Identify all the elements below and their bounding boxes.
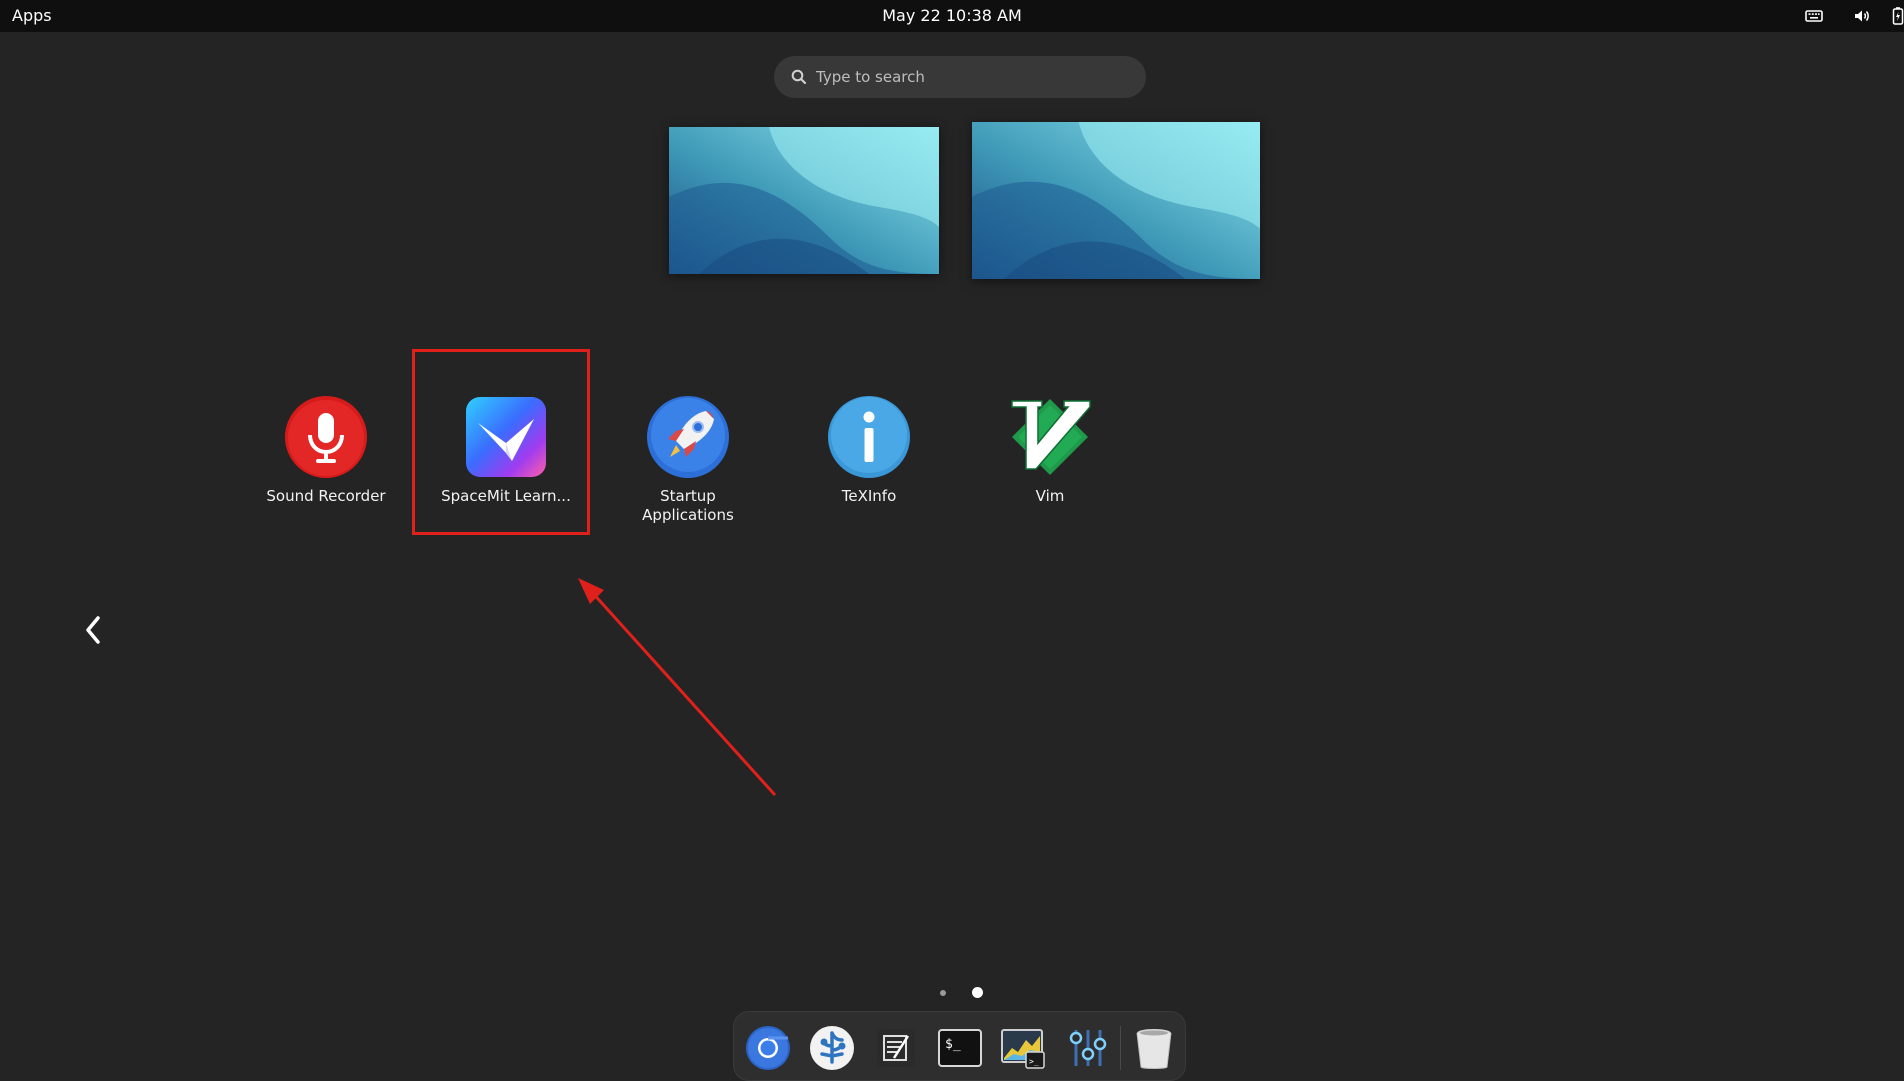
battery-icon[interactable] — [1892, 6, 1904, 26]
system-monitor-icon: >_ — [1001, 1029, 1045, 1069]
microphone-icon — [284, 395, 368, 479]
chromium-icon — [746, 1026, 790, 1070]
previous-page-button[interactable] — [78, 612, 110, 648]
svg-text:$_: $_ — [945, 1037, 961, 1052]
dock-terminal[interactable]: $_ — [936, 1024, 984, 1072]
trash-icon — [1136, 1029, 1172, 1069]
terminal-icon: $_ — [938, 1029, 982, 1067]
info-icon — [827, 395, 911, 479]
dock-chromium[interactable] — [744, 1024, 792, 1072]
dock-trash[interactable] — [1130, 1024, 1178, 1072]
vim-icon — [1008, 395, 1092, 479]
page-indicator-1[interactable] — [940, 990, 946, 996]
page-indicator-2[interactable] — [972, 987, 983, 998]
dock-system-monitor[interactable]: >_ — [1000, 1024, 1048, 1072]
dash-dock: $_ >_ — [733, 1011, 1186, 1081]
svg-text:>_: >_ — [1029, 1057, 1039, 1066]
tweaks-icon — [1069, 1030, 1107, 1066]
annotation-arrow — [578, 578, 777, 797]
dock-text-editor[interactable] — [872, 1024, 920, 1072]
clock-button[interactable]: May 22 10:38 AM — [882, 6, 1022, 25]
app-label: Vim — [1035, 487, 1065, 505]
dock-separator — [1120, 1026, 1121, 1070]
volume-icon[interactable] — [1852, 6, 1872, 26]
vscode-icon — [810, 1026, 854, 1070]
app-label: TeXInfo — [841, 487, 897, 505]
search-icon — [790, 68, 808, 86]
app-label: Sound Recorder — [266, 487, 386, 505]
top-bar: Apps May 22 10:38 AM — [0, 0, 1904, 32]
activities-button[interactable]: Apps — [12, 6, 52, 25]
keyboard-icon[interactable] — [1804, 6, 1824, 26]
text-editor-icon — [877, 1029, 915, 1067]
chevron-left-icon — [86, 616, 100, 644]
rocket-icon — [646, 395, 730, 479]
dock-tweaks[interactable] — [1064, 1024, 1112, 1072]
search-input[interactable] — [816, 56, 1136, 98]
search-bar[interactable] — [774, 56, 1146, 98]
workspace-1-thumbnail[interactable] — [669, 127, 939, 274]
app-label: Startup Applications — [642, 487, 734, 524]
dock-vscode[interactable] — [808, 1024, 856, 1072]
highlight-annotation — [412, 349, 590, 535]
workspace-2-thumbnail[interactable] — [972, 122, 1260, 279]
